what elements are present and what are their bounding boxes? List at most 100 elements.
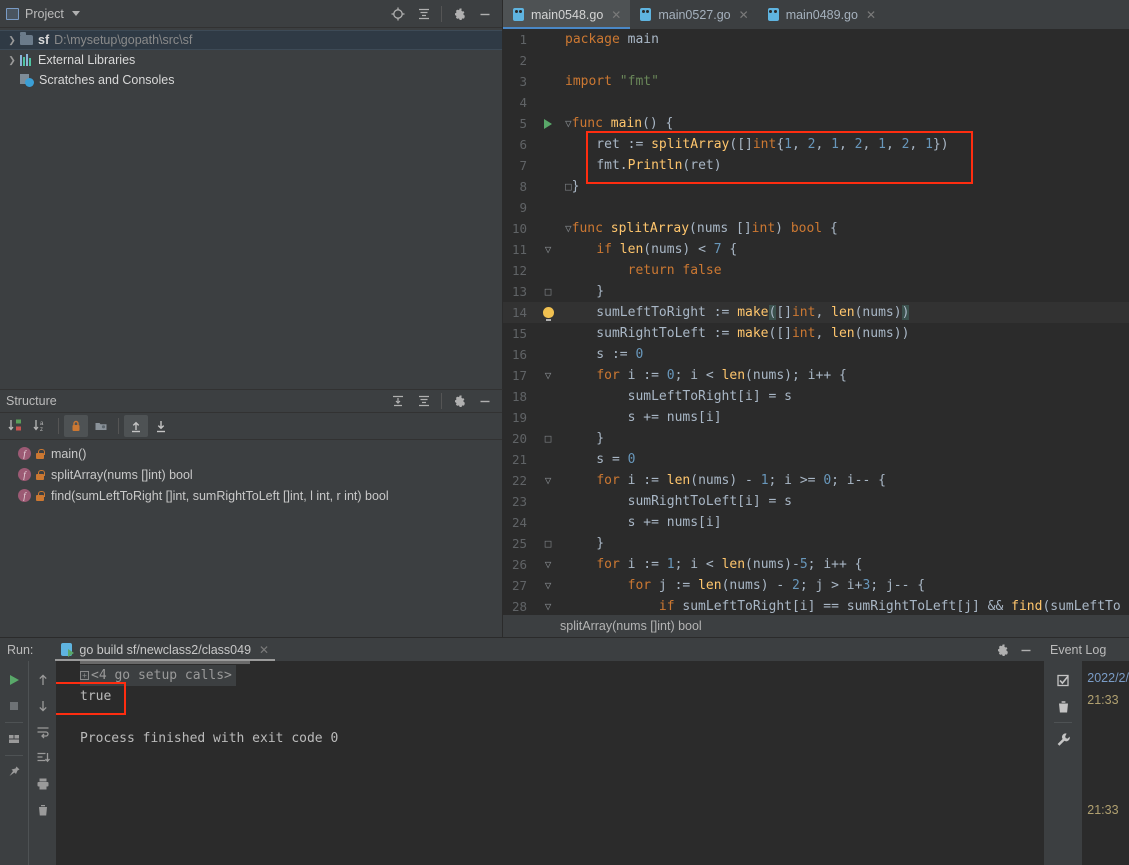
code-line[interactable]: 8 □} xyxy=(503,176,1129,197)
pin-icon[interactable] xyxy=(1,759,27,785)
console-scrollbar[interactable] xyxy=(80,661,250,664)
console-output[interactable]: + <4 go setup calls> true Process finishe… xyxy=(56,661,1044,865)
code-line[interactable]: 20 □ } xyxy=(503,428,1129,449)
gutter[interactable]: □ xyxy=(536,432,560,445)
tree-item-external-libraries[interactable]: ❯ External Libraries xyxy=(0,50,502,70)
code-line[interactable]: 1 package main xyxy=(503,29,1129,50)
code-line-current[interactable]: 14 sumLeftToRight := make([]int, len(num… xyxy=(503,302,1129,323)
code-line[interactable]: 17 ▽ for i := 0; i < len(nums); i++ { xyxy=(503,365,1129,386)
code-line[interactable]: 5 ▽func main() { xyxy=(503,113,1129,134)
breadcrumb[interactable]: splitArray(nums []int) bool xyxy=(503,614,1129,637)
code-line[interactable]: 26 ▽ for i := 1; i < len(nums)-5; i++ { xyxy=(503,554,1129,575)
collapse-all-icon[interactable] xyxy=(411,388,437,414)
stop-icon[interactable] xyxy=(1,693,27,719)
gutter-intention[interactable] xyxy=(536,307,560,321)
trash-icon[interactable] xyxy=(1050,693,1076,719)
code-line[interactable]: 25 □ } xyxy=(503,533,1129,554)
code-line[interactable]: 23 sumRightToLeft[i] = s xyxy=(503,491,1129,512)
code-line[interactable]: 19 s += nums[i] xyxy=(503,407,1129,428)
code-line[interactable]: 7 fmt.Println(ret) xyxy=(503,155,1129,176)
code-line[interactable]: 28 ▽ if sumLeftToRight[i] == sumRightToL… xyxy=(503,596,1129,614)
fold-icon[interactable]: ▽ xyxy=(565,117,572,130)
run-arrow-icon[interactable] xyxy=(544,118,552,129)
gear-icon[interactable] xyxy=(990,639,1014,661)
tab-main0548-go[interactable]: main0548.go ✕ xyxy=(503,0,631,29)
minimize-icon[interactable] xyxy=(472,1,498,27)
code-line[interactable]: 27 ▽ for j := len(nums) - 2; j > i+3; j-… xyxy=(503,575,1129,596)
run-configuration-tab[interactable]: go build sf/newclass2/class049 ✕ xyxy=(55,638,275,661)
gutter[interactable]: ▽ xyxy=(536,474,560,487)
fold-end-icon[interactable]: □ xyxy=(565,180,572,193)
chevron-right-icon[interactable]: ❯ xyxy=(4,35,20,46)
code-line[interactable]: 9 xyxy=(503,197,1129,218)
code-line[interactable]: 18 sumLeftToRight[i] = s xyxy=(503,386,1129,407)
trash-icon[interactable] xyxy=(30,797,56,823)
close-icon[interactable]: ✕ xyxy=(866,9,876,21)
gutter[interactable]: ▽ xyxy=(536,243,560,256)
fold-icon[interactable]: ▽ xyxy=(545,600,552,613)
code-line[interactable]: 24 s += nums[i] xyxy=(503,512,1129,533)
show-non-public-icon[interactable] xyxy=(64,415,88,437)
fold-end-icon[interactable]: □ xyxy=(545,285,552,298)
tab-main0489-go[interactable]: main0489.go ✕ xyxy=(758,0,885,29)
fold-icon[interactable]: ▽ xyxy=(545,243,552,256)
gutter[interactable]: ▽ xyxy=(536,600,560,613)
fold-icon[interactable]: ▽ xyxy=(545,369,552,382)
structure-item-find[interactable]: f find(sumLeftToRight []int, sumRightToL… xyxy=(0,485,502,506)
scroll-to-end-icon[interactable] xyxy=(30,745,56,771)
code-line[interactable]: 15 sumRightToLeft := make([]int, len(num… xyxy=(503,323,1129,344)
gear-icon[interactable] xyxy=(446,1,472,27)
tree-item-sf[interactable]: ❯ sf D:\mysetup\gopath\src\sf xyxy=(0,30,502,50)
gutter-run-marker[interactable] xyxy=(536,118,560,129)
close-icon[interactable]: ✕ xyxy=(739,9,749,21)
rerun-icon[interactable] xyxy=(1,667,27,693)
gutter[interactable]: □ xyxy=(536,285,560,298)
structure-item-main[interactable]: f main() xyxy=(0,443,502,464)
code-line[interactable]: 22 ▽ for i := len(nums) - 1; i >= 0; i--… xyxy=(503,470,1129,491)
layout-icon[interactable] xyxy=(1,726,27,752)
code-line[interactable]: 3 import "fmt" xyxy=(503,71,1129,92)
locate-icon[interactable] xyxy=(385,1,411,27)
code-line[interactable]: 12 return false xyxy=(503,260,1129,281)
chevron-right-icon[interactable]: ❯ xyxy=(4,55,20,66)
sort-by-visibility-icon[interactable] xyxy=(4,415,28,437)
code-line[interactable]: 2 xyxy=(503,50,1129,71)
code-line[interactable]: 11 ▽ if len(nums) < 7 { xyxy=(503,239,1129,260)
gutter[interactable]: ▽ xyxy=(536,558,560,571)
fold-end-icon[interactable]: □ xyxy=(545,432,552,445)
code-line[interactable]: 16 s := 0 xyxy=(503,344,1129,365)
code-line[interactable]: 21 s = 0 xyxy=(503,449,1129,470)
expand-fold-icon[interactable]: + xyxy=(80,671,89,680)
gear-icon[interactable] xyxy=(446,388,472,414)
code-line[interactable]: 4 xyxy=(503,92,1129,113)
up-arrow-icon[interactable] xyxy=(30,667,56,693)
console-line-fold[interactable]: + <4 go setup calls> xyxy=(56,665,1044,686)
group-icon[interactable] xyxy=(89,415,113,437)
fold-icon[interactable]: ▽ xyxy=(545,579,552,592)
code-line[interactable]: 13 □ } xyxy=(503,281,1129,302)
structure-item-splitarray[interactable]: f splitArray(nums []int) bool xyxy=(0,464,502,485)
close-icon[interactable]: ✕ xyxy=(259,644,269,656)
fold-icon[interactable]: ▽ xyxy=(565,222,572,235)
down-arrow-icon[interactable] xyxy=(30,693,56,719)
minimize-icon[interactable] xyxy=(472,388,498,414)
expand-all-icon[interactable] xyxy=(124,415,148,437)
expand-all-icon[interactable] xyxy=(385,388,411,414)
minimize-icon[interactable] xyxy=(1014,639,1038,661)
mark-read-icon[interactable] xyxy=(1050,667,1076,693)
fold-end-icon[interactable]: □ xyxy=(545,537,552,550)
fold-icon[interactable]: ▽ xyxy=(545,558,552,571)
lightbulb-icon[interactable] xyxy=(542,307,554,321)
soft-wrap-icon[interactable] xyxy=(30,719,56,745)
collapse-all-icon[interactable] xyxy=(149,415,173,437)
code-line[interactable]: 6 ret := splitArray([]int{1, 2, 1, 2, 1,… xyxy=(503,134,1129,155)
gutter[interactable]: ▽ xyxy=(536,579,560,592)
chevron-down-icon[interactable] xyxy=(71,11,80,16)
structure-list[interactable]: f main() f splitArray(nums []int) bool f… xyxy=(0,440,502,506)
tree-item-scratches-and-consoles[interactable]: Scratches and Consoles xyxy=(0,70,502,90)
event-log-header[interactable]: Event Log xyxy=(1044,638,1129,661)
close-icon[interactable]: ✕ xyxy=(611,9,621,21)
print-icon[interactable] xyxy=(30,771,56,797)
project-tree[interactable]: ❯ sf D:\mysetup\gopath\src\sf ❯ External… xyxy=(0,28,502,90)
settings-wrench-icon[interactable] xyxy=(1050,726,1076,752)
